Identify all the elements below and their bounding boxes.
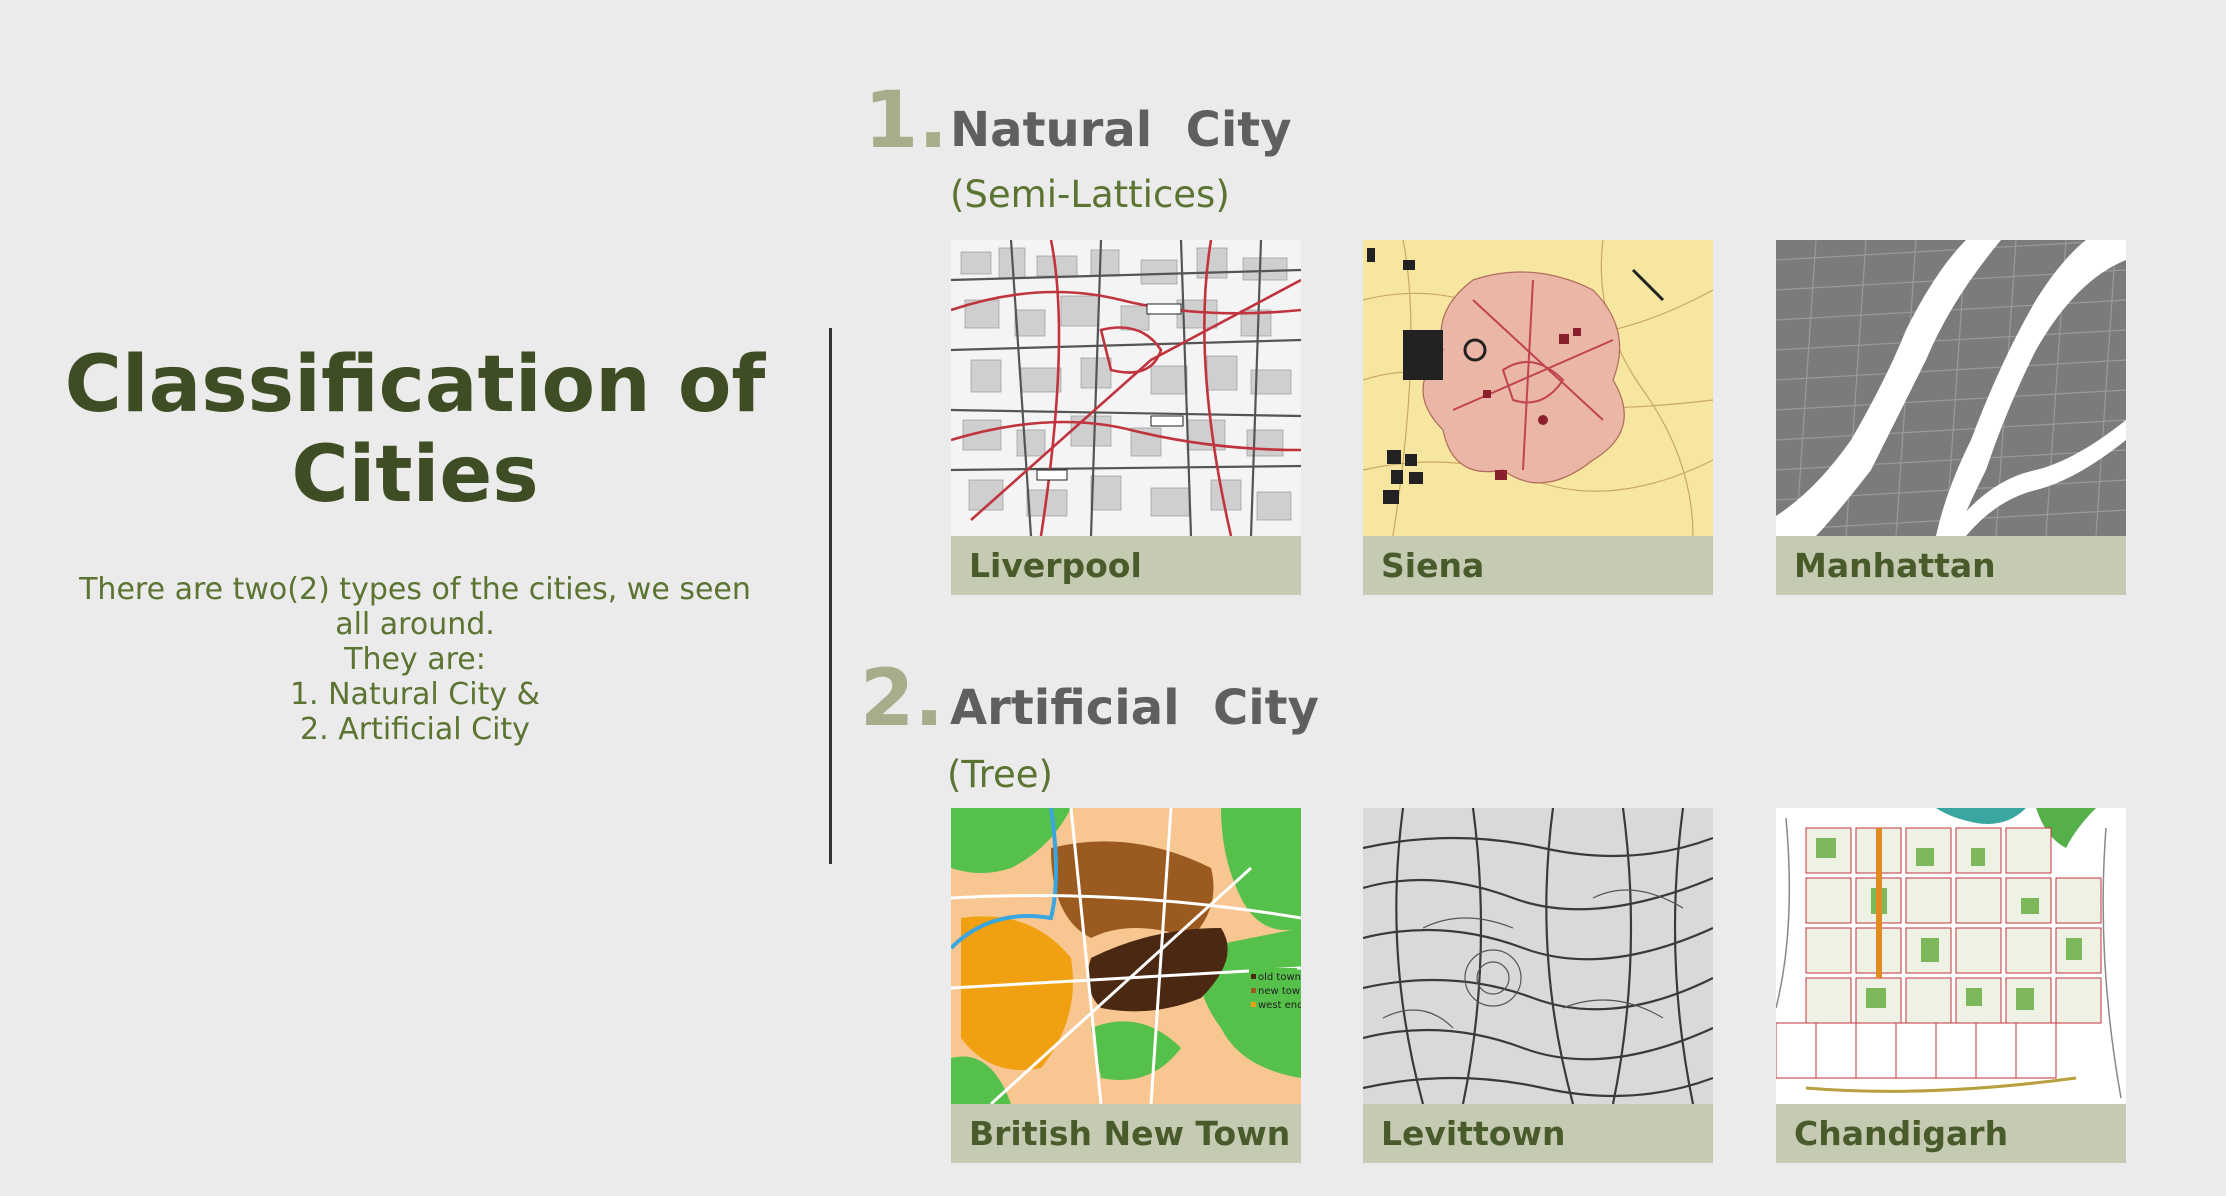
city-card-liverpool[interactable]: Liverpool xyxy=(951,240,1301,595)
city-label-manhattan: Manhattan xyxy=(1776,536,2126,595)
city-card-siena[interactable]: Siena xyxy=(1363,240,1713,595)
liverpool-map-image xyxy=(951,240,1301,536)
vertical-divider xyxy=(829,328,832,864)
intro-line: 1. Natural City & xyxy=(289,677,541,712)
section-title-artificial: Artificial City xyxy=(950,680,1319,736)
intro-line: 2. Artificial City xyxy=(300,712,530,747)
chandigarh-map-image xyxy=(1776,808,2126,1104)
section-number-artificial: 2. xyxy=(860,654,944,744)
manhattan-map-image xyxy=(1776,240,2126,536)
page-title: Classification of Cities xyxy=(40,340,790,520)
legend-new-town: new town xyxy=(1258,986,1301,997)
section-subtitle-artificial: (Tree) xyxy=(947,753,1053,796)
section-subtitle-natural: (Semi-Lattices) xyxy=(950,173,1230,216)
intro-line: all around. xyxy=(335,607,495,642)
legend-west-end: west end xyxy=(1258,1000,1301,1011)
legend-old-town: old town xyxy=(1258,972,1301,983)
intro-line: There are two(2) types of the cities, we… xyxy=(79,572,751,607)
city-label-chandigarh: Chandigarh xyxy=(1776,1104,2126,1163)
city-card-chandigarh[interactable]: Chandigarh xyxy=(1776,808,2126,1163)
siena-map-image xyxy=(1363,240,1713,536)
city-label-levittown: Levittown xyxy=(1363,1104,1713,1163)
intro-text: There are two(2) types of the cities, we… xyxy=(40,572,790,747)
page-title-line-2: Cities xyxy=(291,430,539,520)
city-label-siena: Siena xyxy=(1363,536,1713,595)
section-title-natural: Natural City xyxy=(950,102,1292,158)
city-label-liverpool: Liverpool xyxy=(951,536,1301,595)
intro-panel: Classification of Cities There are two(2… xyxy=(40,340,790,747)
city-card-manhattan[interactable]: Manhattan xyxy=(1776,240,2126,595)
page-title-line-1: Classification of xyxy=(64,340,766,430)
british-new-town-map-image: old town new town west end xyxy=(951,808,1301,1104)
city-card-british-new-town[interactable]: old town new town west end British New T… xyxy=(951,808,1301,1163)
section-number-natural: 1. xyxy=(864,76,948,166)
city-label-british-new-town: British New Town xyxy=(951,1104,1301,1163)
city-card-levittown[interactable]: Levittown xyxy=(1363,808,1713,1163)
levittown-map-image xyxy=(1363,808,1713,1104)
intro-line: They are: xyxy=(344,642,486,677)
